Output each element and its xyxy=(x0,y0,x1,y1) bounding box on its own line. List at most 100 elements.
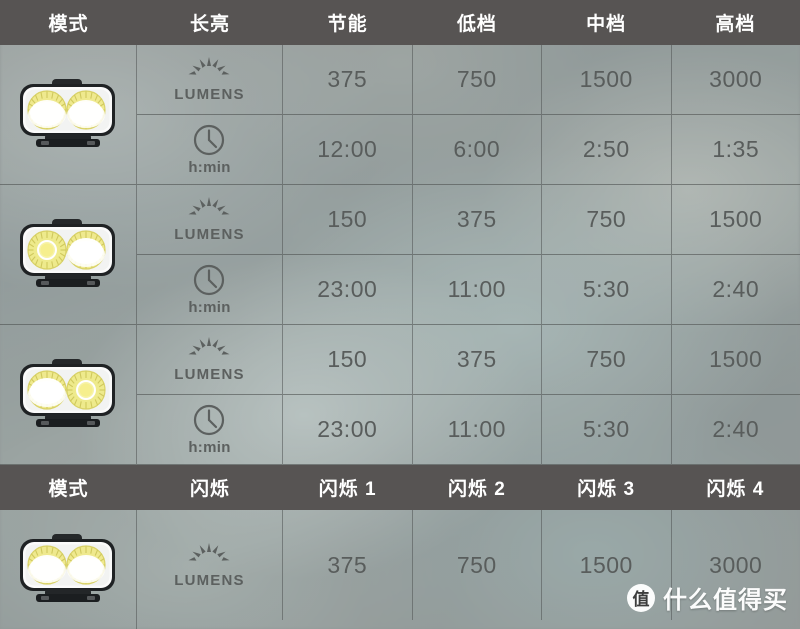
table-row-runtime-3: h:min 23:00 11:00 5:30 2:40 xyxy=(137,395,800,465)
value: 2:50 xyxy=(582,136,630,162)
cell-lumens-low-2: 375 xyxy=(412,185,542,255)
sun-icon xyxy=(188,337,230,355)
cell-lumens-high-1: 3000 xyxy=(671,45,800,115)
unit-label-lumens: LUMENS xyxy=(174,226,245,243)
cell-lumens-eco-2: 150 xyxy=(283,185,413,255)
table-row-runtime-2: h:min 23:00 11:00 5:30 2:40 xyxy=(137,255,800,325)
cell-lumens-low-3: 375 xyxy=(412,325,542,395)
unit-label-time: h:min xyxy=(188,439,231,456)
value: 11:00 xyxy=(447,276,506,302)
cell-runtime-low-3: 11:00 xyxy=(412,395,542,465)
cell-runtime-eco-1: 12:00 xyxy=(283,115,413,185)
header-cell-flash-1: 闪烁 1 xyxy=(318,479,377,500)
value: 375 xyxy=(327,551,368,578)
sun-icon xyxy=(188,57,230,75)
spec-group-2-rows: LUMENS 150 375 750 1500 h:min 23:00 11:0… xyxy=(137,185,800,325)
unit-label-time: h:min xyxy=(188,299,231,316)
header-cell-low: 低档 xyxy=(456,14,497,35)
unit-label-lumens: LUMENS xyxy=(174,86,245,103)
value: 750 xyxy=(586,346,627,372)
value: 3000 xyxy=(709,66,763,92)
bike-light-icon xyxy=(12,77,124,153)
header-cell-eco: 节能 xyxy=(327,14,368,35)
value: 150 xyxy=(327,206,368,232)
value: 3000 xyxy=(709,551,763,578)
cell-runtime-mid-2: 5:30 xyxy=(542,255,672,325)
bike-light-icon xyxy=(12,217,124,293)
cell-runtime-high-2: 2:40 xyxy=(671,255,800,325)
value: 750 xyxy=(456,66,497,92)
header-cell-mode-flash: 模式 xyxy=(48,479,89,500)
value: 2:40 xyxy=(712,276,760,302)
cell-lumens-flash-1: 375 xyxy=(283,510,413,620)
value: 23:00 xyxy=(317,276,378,302)
header-cell-high: 高档 xyxy=(715,14,756,35)
table-row-lumens-flash: LUMENS 375 750 1500 3000 xyxy=(137,510,800,620)
spec-group-2: LUMENS 150 375 750 1500 h:min 23:00 11:0… xyxy=(0,185,800,325)
clock-icon xyxy=(194,124,225,156)
spec-group-1-rows: LUMENS 375 750 1500 3000 h:min 12:00 6:0… xyxy=(137,45,800,185)
table-row-lumens-2: LUMENS 150 375 750 1500 xyxy=(137,185,800,255)
value: 11:00 xyxy=(447,416,506,442)
lamp-cell-flash xyxy=(0,510,137,629)
unit-cell-lumens-flash: LUMENS xyxy=(137,510,283,620)
header-cell-flash-4: 闪烁 4 xyxy=(706,479,765,500)
cell-runtime-eco-3: 23:00 xyxy=(283,395,413,465)
table-header-flash: 模式 闪烁 闪烁 1 闪烁 2 闪烁 3 闪烁 4 xyxy=(0,465,800,510)
lamp-cell-2 xyxy=(0,185,137,325)
unit-label-time: h:min xyxy=(188,159,231,176)
value: 1500 xyxy=(709,206,763,232)
table-row-runtime-1: h:min 12:00 6:00 2:50 1:35 xyxy=(137,115,800,185)
table-row-lumens-3: LUMENS 150 375 750 1500 xyxy=(137,325,800,395)
sun-icon xyxy=(188,542,230,561)
header-cell-mode: 模式 xyxy=(48,14,89,35)
unit-cell-lumens-3: LUMENS xyxy=(137,325,283,395)
value: 23:00 xyxy=(317,416,378,442)
cell-runtime-mid-3: 5:30 xyxy=(542,395,672,465)
cell-lumens-mid-1: 1500 xyxy=(542,45,672,115)
value: 2:40 xyxy=(712,416,760,442)
clock-icon xyxy=(194,264,225,296)
value: 150 xyxy=(327,346,368,372)
spec-group-3-rows: LUMENS 150 375 750 1500 h:min 23:00 11:0… xyxy=(137,325,800,465)
value: 5:30 xyxy=(582,416,630,442)
cell-lumens-flash-3: 1500 xyxy=(542,510,672,620)
cell-lumens-flash-2: 750 xyxy=(413,510,542,620)
cell-lumens-mid-2: 750 xyxy=(542,185,672,255)
spec-group-3: LUMENS 150 375 750 1500 h:min 23:00 11:0… xyxy=(0,325,800,465)
cell-runtime-low-2: 11:00 xyxy=(412,255,542,325)
table-header-constant: 模式 长亮 节能 低档 中档 高档 xyxy=(0,0,800,45)
cell-runtime-eco-2: 23:00 xyxy=(283,255,413,325)
lamp-cell-3 xyxy=(0,325,137,465)
cell-runtime-mid-1: 2:50 xyxy=(542,115,672,185)
value: 375 xyxy=(456,206,497,232)
cell-lumens-eco-3: 150 xyxy=(283,325,413,395)
unit-cell-time-1: h:min xyxy=(137,115,283,185)
clock-icon xyxy=(194,404,225,436)
header-cell-flash-3: 闪烁 3 xyxy=(577,479,636,500)
value: 6:00 xyxy=(453,136,501,162)
specification-table: 模式 长亮 节能 低档 中档 高档 LUMENS 375 750 1500 30… xyxy=(0,0,800,629)
value: 5:30 xyxy=(582,276,630,302)
spec-group-flash-rows: LUMENS 375 750 1500 3000 xyxy=(137,510,800,629)
spec-group-flash: LUMENS 375 750 1500 3000 xyxy=(0,510,800,629)
cell-lumens-mid-3: 750 xyxy=(542,325,672,395)
unit-cell-time-2: h:min xyxy=(137,255,283,325)
sun-icon xyxy=(188,197,230,215)
spec-table-page: 模式 长亮 节能 低档 中档 高档 LUMENS 375 750 1500 30… xyxy=(0,0,800,629)
spec-group-1: LUMENS 375 750 1500 3000 h:min 12:00 6:0… xyxy=(0,45,800,185)
value: 1500 xyxy=(579,66,633,92)
header-cell-mid: 中档 xyxy=(586,14,627,35)
header-cell-flash: 闪烁 xyxy=(189,479,230,500)
value: 750 xyxy=(456,551,497,578)
cell-runtime-low-1: 6:00 xyxy=(412,115,542,185)
cell-lumens-flash-4: 3000 xyxy=(672,510,800,620)
value: 375 xyxy=(327,66,368,92)
cell-lumens-high-3: 1500 xyxy=(671,325,800,395)
value: 1500 xyxy=(579,551,633,578)
cell-runtime-high-3: 2:40 xyxy=(671,395,800,465)
value: 1:35 xyxy=(712,136,760,162)
lamp-cell-1 xyxy=(0,45,137,185)
value: 750 xyxy=(586,206,627,232)
unit-cell-time-3: h:min xyxy=(137,395,283,465)
